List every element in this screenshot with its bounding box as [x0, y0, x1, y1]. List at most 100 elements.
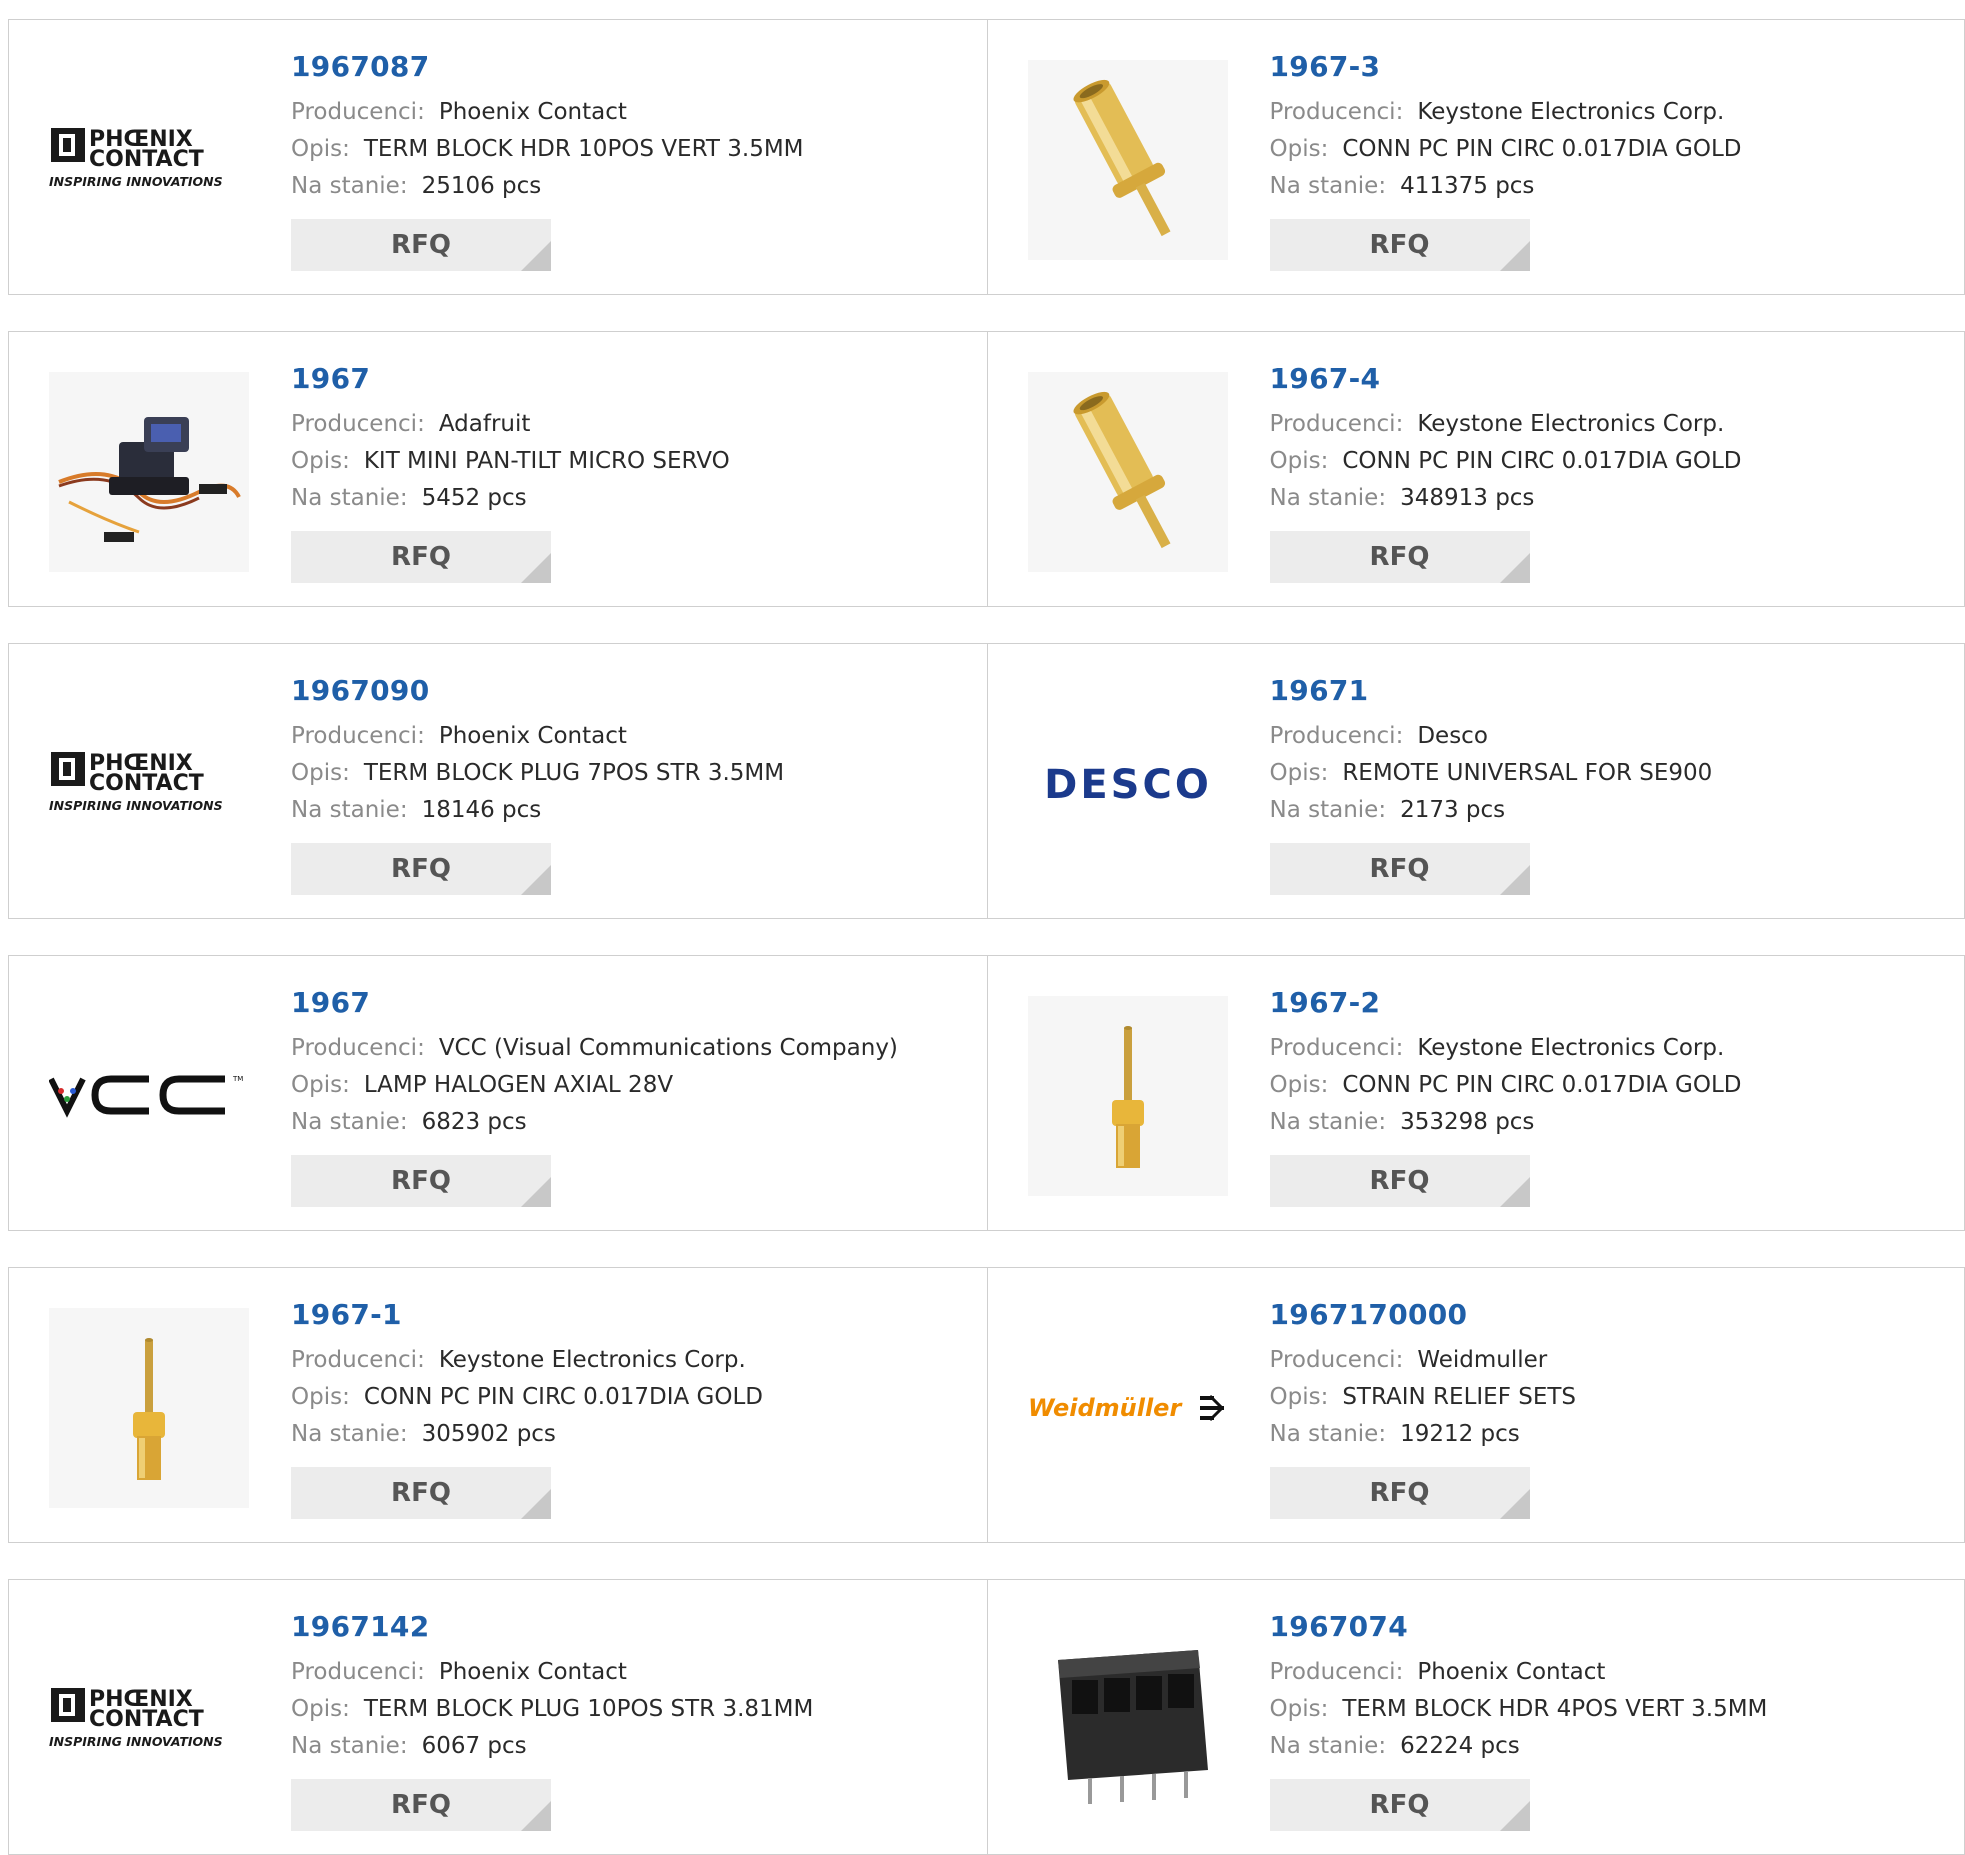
product-card: 1967-4 Producenci: Keystone Electronics C… [986, 332, 1965, 606]
rfq-button[interactable]: RFQ [1269, 1466, 1530, 1519]
product-info: 1967 Producenci: Adafruit Opis: KIT MINI P… [291, 362, 730, 583]
product-info: 1967-2 Producenci: Keystone Electronics C… [1269, 986, 1742, 1207]
rfq-button[interactable]: RFQ [1269, 1778, 1530, 1831]
manufacturer-line: Producenci: Keystone Electronics Corp. [1270, 1030, 1742, 1067]
corner-triangle-icon [521, 1176, 551, 1207]
rfq-button[interactable]: RFQ [291, 842, 551, 895]
product-row: PHŒNIX CONTACT INSPIRING INNOVATIONS 196… [8, 1579, 1965, 1855]
stock-line: Na stanie: 5452 pcs [291, 480, 730, 517]
description-line: Opis: KIT MINI PAN-TILT MICRO SERVO [291, 443, 730, 480]
manufacturer-label: Producenci: [291, 722, 425, 749]
stock-line: Na stanie: 348913 pcs [1270, 480, 1742, 517]
svg-text:INSPIRING INNOVATIONS: INSPIRING INNOVATIONS [49, 174, 223, 189]
stock-value: 18146 pcs [421, 796, 542, 823]
product-info: 1967142 Producenci: Phoenix Contact Opis:… [291, 1610, 813, 1831]
rfq-button[interactable]: RFQ [1269, 218, 1530, 271]
desco-logo: DESCO [1044, 762, 1209, 808]
part-number-link[interactable]: 1967170000 [1270, 1298, 1577, 1332]
stock-line: Na stanie: 18146 pcs [291, 792, 784, 829]
product-card: 1967-2 Producenci: Keystone Electronics C… [986, 956, 1965, 1230]
rfq-label: RFQ [1369, 1165, 1430, 1196]
rfq-button[interactable]: RFQ [291, 1466, 551, 1519]
product-image[interactable]: PHŒNIX CONTACT INSPIRING INNOVATIONS [49, 684, 249, 884]
product-card: PHŒNIX CONTACT INSPIRING INNOVATIONS 196… [9, 20, 987, 294]
product-image[interactable] [1027, 1620, 1228, 1820]
product-image[interactable] [1027, 60, 1228, 260]
description-label: Opis: [1269, 1695, 1329, 1722]
manufacturer-label: Producenci: [1269, 1346, 1404, 1373]
description-value: CONN PC PIN CIRC 0.017DIA GOLD [1342, 447, 1742, 474]
rfq-label: RFQ [1369, 1477, 1430, 1508]
svg-text:TM: TM [232, 1075, 243, 1083]
description-line: Opis: CONN PC PIN CIRC 0.017DIA GOLD [291, 1379, 763, 1416]
manufacturer-value: Phoenix Contact [438, 722, 627, 749]
rfq-label: RFQ [1369, 1789, 1430, 1820]
rfq-button[interactable]: RFQ [291, 1778, 551, 1831]
stock-label: Na stanie: [291, 1420, 408, 1447]
product-image[interactable] [49, 1308, 249, 1508]
rfq-label: RFQ [1369, 229, 1430, 260]
description-value: TERM BLOCK HDR 4POS VERT 3.5MM [1342, 1695, 1768, 1722]
stock-value: 6067 pcs [421, 1732, 527, 1759]
rfq-button[interactable]: RFQ [1269, 842, 1530, 895]
product-card: Weidmüller 1967170000 Producenci: Weidmul… [986, 1268, 1965, 1542]
manufacturer-line: Producenci: VCC (Visual Communications Co… [291, 1030, 898, 1067]
manufacturer-line: Producenci: Keystone Electronics Corp. [291, 1342, 763, 1379]
corner-triangle-icon [1499, 552, 1530, 583]
product-image[interactable]: Weidmüller [1028, 1308, 1228, 1508]
rfq-button[interactable]: RFQ [291, 1154, 551, 1207]
part-number-link[interactable]: 1967087 [291, 50, 804, 84]
product-info: 1967090 Producenci: Phoenix Contact Opis:… [291, 674, 784, 895]
product-image[interactable]: TM [49, 996, 249, 1196]
manufacturer-line: Producenci: Keystone Electronics Corp. [1270, 406, 1742, 443]
description-line: Opis: LAMP HALOGEN AXIAL 28V [291, 1067, 898, 1104]
part-number-link[interactable]: 1967-4 [1270, 362, 1742, 396]
part-number-link[interactable]: 1967-2 [1270, 986, 1742, 1020]
rfq-button[interactable]: RFQ [291, 218, 551, 271]
part-number-link[interactable]: 19671 [1270, 674, 1713, 708]
product-image[interactable] [1027, 996, 1228, 1196]
weidmuller-logo: Weidmüller [1028, 1394, 1224, 1422]
stock-value: 348913 pcs [1400, 484, 1535, 511]
rfq-button[interactable]: RFQ [1269, 530, 1530, 583]
product-image[interactable] [1027, 372, 1228, 572]
stock-line: Na stanie: 411375 pcs [1270, 168, 1742, 205]
part-number-link[interactable]: 1967-3 [1270, 50, 1742, 84]
gold-pin-image [1027, 372, 1228, 572]
description-line: Opis: REMOTE UNIVERSAL FOR SE900 [1270, 755, 1713, 792]
product-card: 1967-3 Producenci: Keystone Electronics C… [986, 20, 1965, 294]
rfq-label: RFQ [391, 853, 451, 884]
rfq-button[interactable]: RFQ [1269, 1154, 1530, 1207]
description-label: Opis: [291, 135, 350, 162]
corner-triangle-icon [521, 240, 551, 271]
manufacturer-label: Producenci: [1269, 410, 1404, 437]
phoenix-contact-logo: PHŒNIX CONTACT INSPIRING INNOVATIONS [49, 127, 223, 189]
part-number-link[interactable]: 1967074 [1270, 1610, 1768, 1644]
manufacturer-label: Producenci: [291, 1346, 425, 1373]
manufacturer-line: Producenci: Keystone Electronics Corp. [1270, 94, 1742, 131]
product-row: TM 1967 Producenci: VCC (Visual Communica… [8, 955, 1965, 1231]
product-image[interactable]: DESCO [1028, 684, 1228, 884]
part-number-link[interactable]: 1967142 [291, 1610, 813, 1644]
product-card: 1967 Producenci: Adafruit Opis: KIT MINI P… [9, 332, 987, 606]
stock-line: Na stanie: 19212 pcs [1270, 1416, 1577, 1453]
description-value: TERM BLOCK PLUG 10POS STR 3.81MM [363, 1695, 814, 1722]
part-number-link[interactable]: 1967090 [291, 674, 784, 708]
stock-line: Na stanie: 25106 pcs [291, 168, 804, 205]
phoenix-contact-logo: PHŒNIX CONTACT INSPIRING INNOVATIONS [49, 1687, 223, 1749]
product-image[interactable] [49, 372, 249, 572]
rfq-button[interactable]: RFQ [291, 530, 551, 583]
part-number-link[interactable]: 1967-1 [291, 1298, 763, 1332]
description-label: Opis: [291, 759, 350, 786]
product-image[interactable]: PHŒNIX CONTACT INSPIRING INNOVATIONS [49, 1620, 249, 1820]
vcc-logo: TM [49, 1075, 243, 1118]
stock-value: 5452 pcs [421, 484, 527, 511]
part-number-link[interactable]: 1967 [291, 362, 730, 396]
svg-text:INSPIRING INNOVATIONS: INSPIRING INNOVATIONS [49, 798, 223, 813]
stock-label: Na stanie: [291, 796, 408, 823]
product-image[interactable]: PHŒNIX CONTACT INSPIRING INNOVATIONS [49, 60, 249, 260]
gold-pin-image [1027, 60, 1228, 260]
product-card: PHŒNIX CONTACT INSPIRING INNOVATIONS 196… [9, 1580, 987, 1854]
manufacturer-value: Keystone Electronics Corp. [438, 1346, 746, 1373]
part-number-link[interactable]: 1967 [291, 986, 898, 1020]
